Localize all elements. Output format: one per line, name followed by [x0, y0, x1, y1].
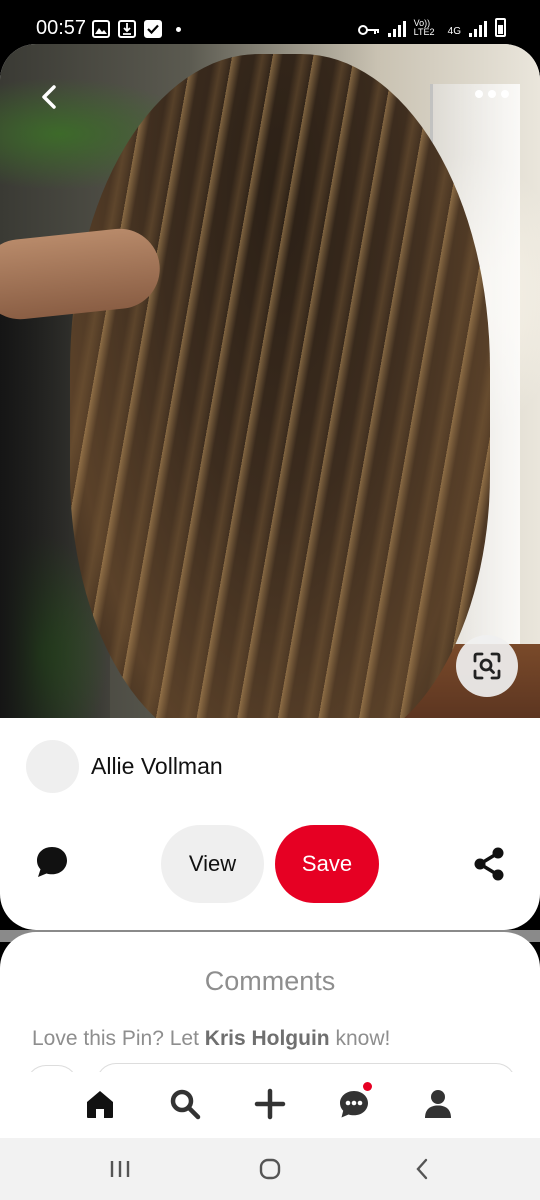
pin-card: Allie Vollman View Save — [0, 44, 540, 930]
download-icon — [118, 20, 136, 38]
system-back-button[interactable] — [402, 1154, 442, 1184]
4g-icon: 4G — [447, 26, 461, 37]
plus-icon — [254, 1088, 286, 1120]
lens-search-icon — [473, 652, 501, 680]
share-icon — [474, 847, 504, 881]
ellipsis-dot-icon — [488, 90, 496, 98]
comment-button[interactable] — [34, 844, 70, 880]
recent-apps-icon — [110, 1161, 130, 1177]
view-button[interactable]: View — [161, 825, 264, 903]
author-name[interactable]: Allie Vollman — [91, 753, 223, 780]
system-nav-bar — [0, 1138, 540, 1200]
notification-badge — [363, 1082, 372, 1091]
status-left-icons — [92, 20, 181, 38]
home-circle-icon — [259, 1158, 281, 1180]
search-icon — [170, 1089, 201, 1120]
author-row[interactable]: Allie Vollman — [26, 739, 223, 793]
status-right-icons: Vo)) LTE2 4G — [357, 18, 506, 37]
share-button[interactable] — [470, 845, 508, 883]
ellipsis-dot-icon — [475, 90, 483, 98]
person-icon — [425, 1090, 451, 1118]
visual-search-button[interactable] — [456, 635, 518, 697]
notification-dot-icon — [176, 26, 181, 32]
chat-bubble-icon — [37, 847, 67, 877]
comments-prompt: Love this Pin? Let Kris Holguin know! — [32, 1027, 390, 1051]
avatar[interactable] — [26, 739, 79, 793]
ellipsis-dot-icon — [501, 90, 509, 98]
more-options-button[interactable] — [464, 72, 520, 116]
save-button[interactable]: Save — [275, 825, 379, 903]
tab-create[interactable] — [250, 1084, 290, 1124]
status-time: 00:57 — [36, 17, 87, 39]
chevron-left-icon — [42, 85, 56, 109]
tab-search[interactable] — [165, 1084, 205, 1124]
back-button[interactable] — [20, 68, 78, 126]
system-home-button[interactable] — [250, 1154, 290, 1184]
recent-apps-button[interactable] — [100, 1154, 140, 1184]
volte-icon: Vo)) LTE2 — [413, 18, 435, 37]
tab-messages[interactable] — [334, 1082, 374, 1124]
vpn-key-icon — [357, 25, 379, 35]
image-hair — [70, 54, 490, 718]
chat-bubble-icon — [340, 1091, 368, 1118]
comments-title: Comments — [204, 966, 336, 996]
image-icon — [92, 20, 110, 38]
signal-icon — [387, 21, 406, 37]
signal-icon-2 — [469, 21, 487, 37]
bottom-tab-bar — [0, 1072, 540, 1138]
home-icon — [87, 1091, 113, 1118]
back-chevron-icon — [416, 1158, 428, 1180]
tab-profile[interactable] — [418, 1084, 458, 1124]
comments-prompt-prefix: Love this Pin? Let — [32, 1027, 205, 1050]
comments-prompt-name[interactable]: Kris Holguin — [205, 1027, 330, 1050]
battery-icon — [495, 18, 506, 37]
pin-image[interactable] — [0, 44, 540, 718]
comments-prompt-suffix: know! — [329, 1027, 391, 1050]
tab-home[interactable] — [80, 1084, 120, 1124]
check-icon — [144, 20, 162, 38]
